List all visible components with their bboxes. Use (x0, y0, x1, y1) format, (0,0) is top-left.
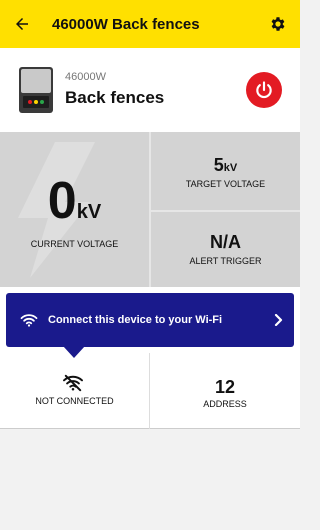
connection-status-label: NOT CONNECTED (35, 396, 114, 406)
alert-trigger-value[interactable]: N/A (151, 232, 300, 253)
stats-divider-horizontal (151, 210, 300, 212)
target-voltage-number: 5 (213, 155, 224, 175)
wifi-off-icon (63, 374, 83, 392)
target-voltage-value[interactable]: 5kV (151, 155, 300, 176)
current-voltage-unit: kV (76, 201, 102, 223)
device-model: 46000W (65, 71, 106, 83)
app-bar: 46000W Back fences (0, 0, 300, 48)
energizer-device-image (19, 67, 53, 113)
connect-wifi-banner[interactable]: Connect this device to your Wi-Fi (6, 293, 294, 347)
current-voltage-number: 0 (47, 172, 77, 230)
address-value: 12 (214, 377, 236, 397)
current-voltage-label: CURRENT VOLTAGE (30, 239, 119, 249)
power-icon (256, 81, 272, 99)
connect-wifi-text: Connect this device to your Wi-Fi (48, 314, 223, 326)
arrow-left-icon (16, 18, 28, 30)
target-voltage-label: TARGET VOLTAGE (185, 179, 266, 189)
address-label: ADDRESS (203, 399, 247, 409)
gear-icon (271, 17, 285, 31)
power-button[interactable] (246, 72, 282, 108)
settings-button[interactable] (256, 0, 300, 48)
alert-trigger-label: ALERT TRIGGER (189, 256, 262, 266)
back-button[interactable] (0, 0, 44, 48)
wifi-icon (20, 314, 38, 327)
current-voltage-value: 0kV (0, 175, 149, 227)
banner-pointer (63, 346, 85, 358)
page-title: 46000W Back fences (52, 15, 200, 33)
device-name: Back fences (65, 88, 165, 107)
chevron-right-icon (274, 314, 283, 326)
target-voltage-unit: kV (223, 162, 238, 174)
